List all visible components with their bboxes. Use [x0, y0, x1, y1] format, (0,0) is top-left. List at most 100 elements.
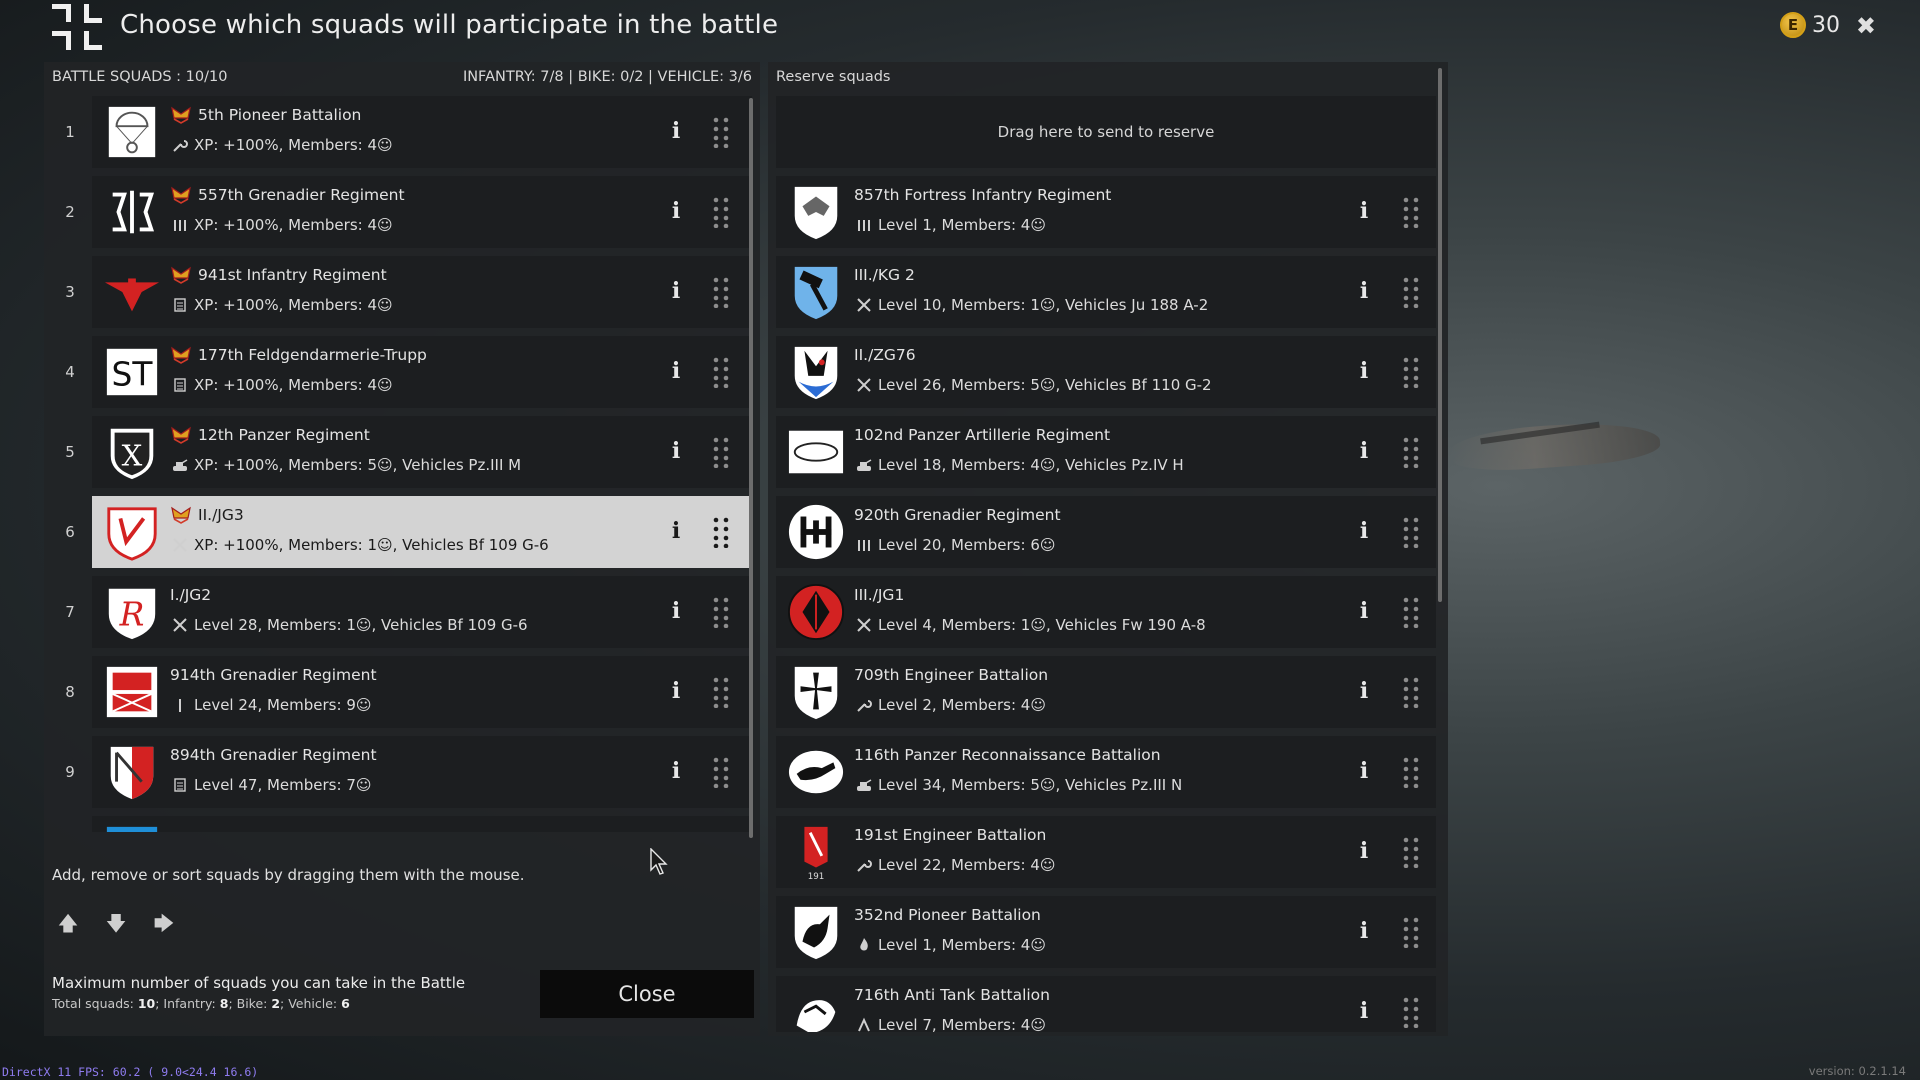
info-icon[interactable]: i — [1354, 198, 1374, 226]
drag-handle-icon[interactable] — [1402, 436, 1422, 469]
reserve-dropzone[interactable]: Drag here to send to reserve — [776, 96, 1436, 168]
max-squads-title: Maximum number of squads you can take in… — [52, 974, 466, 992]
squad-info: Level 2, Members: 4☺ — [878, 696, 1046, 714]
drag-handle-icon[interactable] — [1402, 596, 1422, 629]
squad-card[interactable]: 557th Grenadier Regiment XP: +100%, Membe… — [92, 176, 752, 248]
squad-card[interactable] — [92, 816, 752, 832]
squad-type-limits: INFANTRY: 7/8 | BIKE: 0/2 | VEHICLE: 3/6 — [462, 69, 752, 85]
drag-handle-icon[interactable] — [712, 356, 732, 389]
plane-icon — [856, 617, 872, 633]
drag-handle-icon[interactable] — [1402, 196, 1422, 229]
info-icon[interactable]: i — [1354, 598, 1374, 626]
drag-handle-icon[interactable] — [712, 276, 732, 309]
info-icon[interactable]: i — [1354, 678, 1374, 706]
battle-list-scrollbar[interactable] — [749, 98, 753, 838]
reserve-squad-card[interactable]: 857th Fortress Infantry Regiment Level 1,… — [776, 176, 1436, 248]
drag-handle-icon[interactable] — [712, 516, 732, 549]
slot-number: 1 — [65, 123, 75, 141]
drag-handle-icon[interactable] — [1402, 916, 1422, 949]
page-title: Choose which squads will participate in … — [120, 10, 779, 40]
premium-badge-icon — [171, 266, 191, 284]
parachute-emblem-icon — [102, 102, 162, 162]
reserve-squads-list: Drag here to send to reserve 857th Fortr… — [776, 96, 1436, 1032]
drag-handle-icon[interactable] — [1402, 836, 1422, 869]
reserve-squad-card[interactable]: III./JG1 Level 4, Members: 1☺, Vehicles F… — [776, 576, 1436, 648]
reserve-squad-card[interactable]: 352nd Pioneer Battalion Level 1, Members:… — [776, 896, 1436, 968]
drag-handle-icon[interactable] — [712, 116, 732, 149]
close-button[interactable]: Close — [540, 970, 754, 1018]
squad-card[interactable]: 941st Infantry Regiment XP: +100%, Member… — [92, 256, 752, 328]
squad-card[interactable]: 5th Pioneer Battalion XP: +100%, Members:… — [92, 96, 752, 168]
reserve-squad-card[interactable]: III./KG 2 Level 10, Members: 1☺, Vehicles… — [776, 256, 1436, 328]
mouse-cursor-icon — [650, 848, 668, 875]
reserve-squad-card[interactable]: 709th Engineer Battalion Level 2, Members… — [776, 656, 1436, 728]
squad-name: 857th Fortress Infantry Regiment — [854, 186, 1112, 204]
reserve-squad-card[interactable]: II./ZG76 Level 26, Members: 5☺, Vehicles … — [776, 336, 1436, 408]
reserve-squad-card[interactable]: 191 191st Engineer Battalion Level 22, Mem… — [776, 816, 1436, 888]
info-icon[interactable]: i — [666, 278, 686, 306]
info-icon[interactable]: i — [1354, 838, 1374, 866]
info-icon[interactable]: i — [666, 438, 686, 466]
x-shield-emblem-icon: X — [102, 422, 162, 482]
squad-card[interactable]: II./JG3 XP: +100%, Members: 1☺, Vehicles … — [92, 496, 752, 568]
squad-name: 116th Panzer Reconnaissance Battalion — [854, 746, 1161, 764]
info-icon[interactable]: i — [666, 198, 686, 226]
reserve-squads-header: Reserve squads — [768, 62, 1448, 92]
squad-name: 102nd Panzer Artillerie Regiment — [854, 426, 1111, 444]
fps-counter: DirectX 11 FPS: 60.2 ( 9.0<24.4 16.6) — [2, 1065, 259, 1079]
drag-handle-icon[interactable] — [1402, 356, 1422, 389]
squad-card[interactable]: ST 177th Feldgendarmerie-Trupp XP: +100%, … — [92, 336, 752, 408]
move-down-icon[interactable]: 🡇 — [102, 911, 130, 940]
info-icon[interactable]: i — [666, 118, 686, 146]
drag-handle-icon[interactable] — [712, 436, 732, 469]
reserve-squad-card[interactable]: 116th Panzer Reconnaissance Battalion Lev… — [776, 736, 1436, 808]
info-icon[interactable]: i — [666, 598, 686, 626]
squad-card[interactable]: 914th Grenadier Regiment Level 24, Member… — [92, 656, 752, 728]
battle-slot-partial — [52, 816, 752, 832]
drag-handle-icon[interactable] — [712, 596, 732, 629]
info-icon[interactable]: i — [1354, 758, 1374, 786]
squad-name: 920th Grenadier Regiment — [854, 506, 1061, 524]
drag-handle-icon[interactable] — [712, 196, 732, 229]
squad-info: XP: +100%, Members: 4☺ — [194, 216, 393, 234]
move-up-icon[interactable]: 🡅 — [54, 911, 82, 940]
move-right-icon[interactable]: 🡆 — [150, 911, 178, 940]
info-icon[interactable]: i — [666, 678, 686, 706]
info-icon[interactable]: i — [1354, 358, 1374, 386]
drag-handle-icon[interactable] — [712, 756, 732, 789]
info-icon[interactable]: i — [666, 358, 686, 386]
squad-name: 191st Engineer Battalion — [854, 826, 1047, 844]
drag-handle-icon[interactable] — [712, 676, 732, 709]
max-squads-info: Maximum number of squads you can take in… — [52, 974, 465, 1011]
reserve-squad-card[interactable]: 920th Grenadier Regiment Level 20, Member… — [776, 496, 1436, 568]
reserve-list-scrollbar[interactable] — [1438, 68, 1442, 602]
reserve-squad-card[interactable]: 716th Anti Tank Battalion Level 7, Member… — [776, 976, 1436, 1032]
squad-name: 709th Engineer Battalion — [854, 666, 1049, 684]
info-icon[interactable]: i — [666, 758, 686, 786]
close-icon[interactable]: ✖ — [1856, 12, 1876, 40]
info-icon[interactable]: i — [1354, 438, 1374, 466]
squad-card[interactable]: R I./JG2 Level 28, Members: 1☺, Vehicles B… — [92, 576, 752, 648]
anti-tank-icon — [856, 1017, 872, 1032]
slot-number: 6 — [65, 523, 75, 541]
drag-handle-icon[interactable] — [1402, 516, 1422, 549]
info-icon[interactable]: i — [1354, 998, 1374, 1026]
svg-text:ST: ST — [112, 355, 154, 394]
drag-handle-icon[interactable] — [1402, 276, 1422, 309]
squad-info: XP: +100%, Members: 1☺, Vehicles Bf 109 … — [194, 536, 549, 554]
squad-card[interactable]: 894th Grenadier Regiment Level 47, Member… — [92, 736, 752, 808]
squad-info: Level 34, Members: 5☺, Vehicles Pz.III N — [878, 776, 1183, 794]
info-icon[interactable]: i — [1354, 918, 1374, 946]
info-icon[interactable]: i — [1354, 518, 1374, 546]
cross-emblem-icon — [52, 4, 102, 50]
drag-handle-icon[interactable] — [1402, 676, 1422, 709]
squad-info: XP: +100%, Members: 4☺ — [194, 376, 393, 394]
squad-card[interactable]: X 12th Panzer Regiment XP: +100%, Members:… — [92, 416, 752, 488]
plane-icon — [172, 617, 188, 633]
info-icon[interactable]: i — [1354, 278, 1374, 306]
reserve-squad-card[interactable]: 102nd Panzer Artillerie Regiment Level 18… — [776, 416, 1436, 488]
battle-slot: 6 II./JG3 XP: +100%, Members: 1☺, Vehicles… — [52, 496, 752, 568]
drag-handle-icon[interactable] — [1402, 996, 1422, 1029]
drag-handle-icon[interactable] — [1402, 756, 1422, 789]
info-icon[interactable]: i — [666, 518, 686, 546]
